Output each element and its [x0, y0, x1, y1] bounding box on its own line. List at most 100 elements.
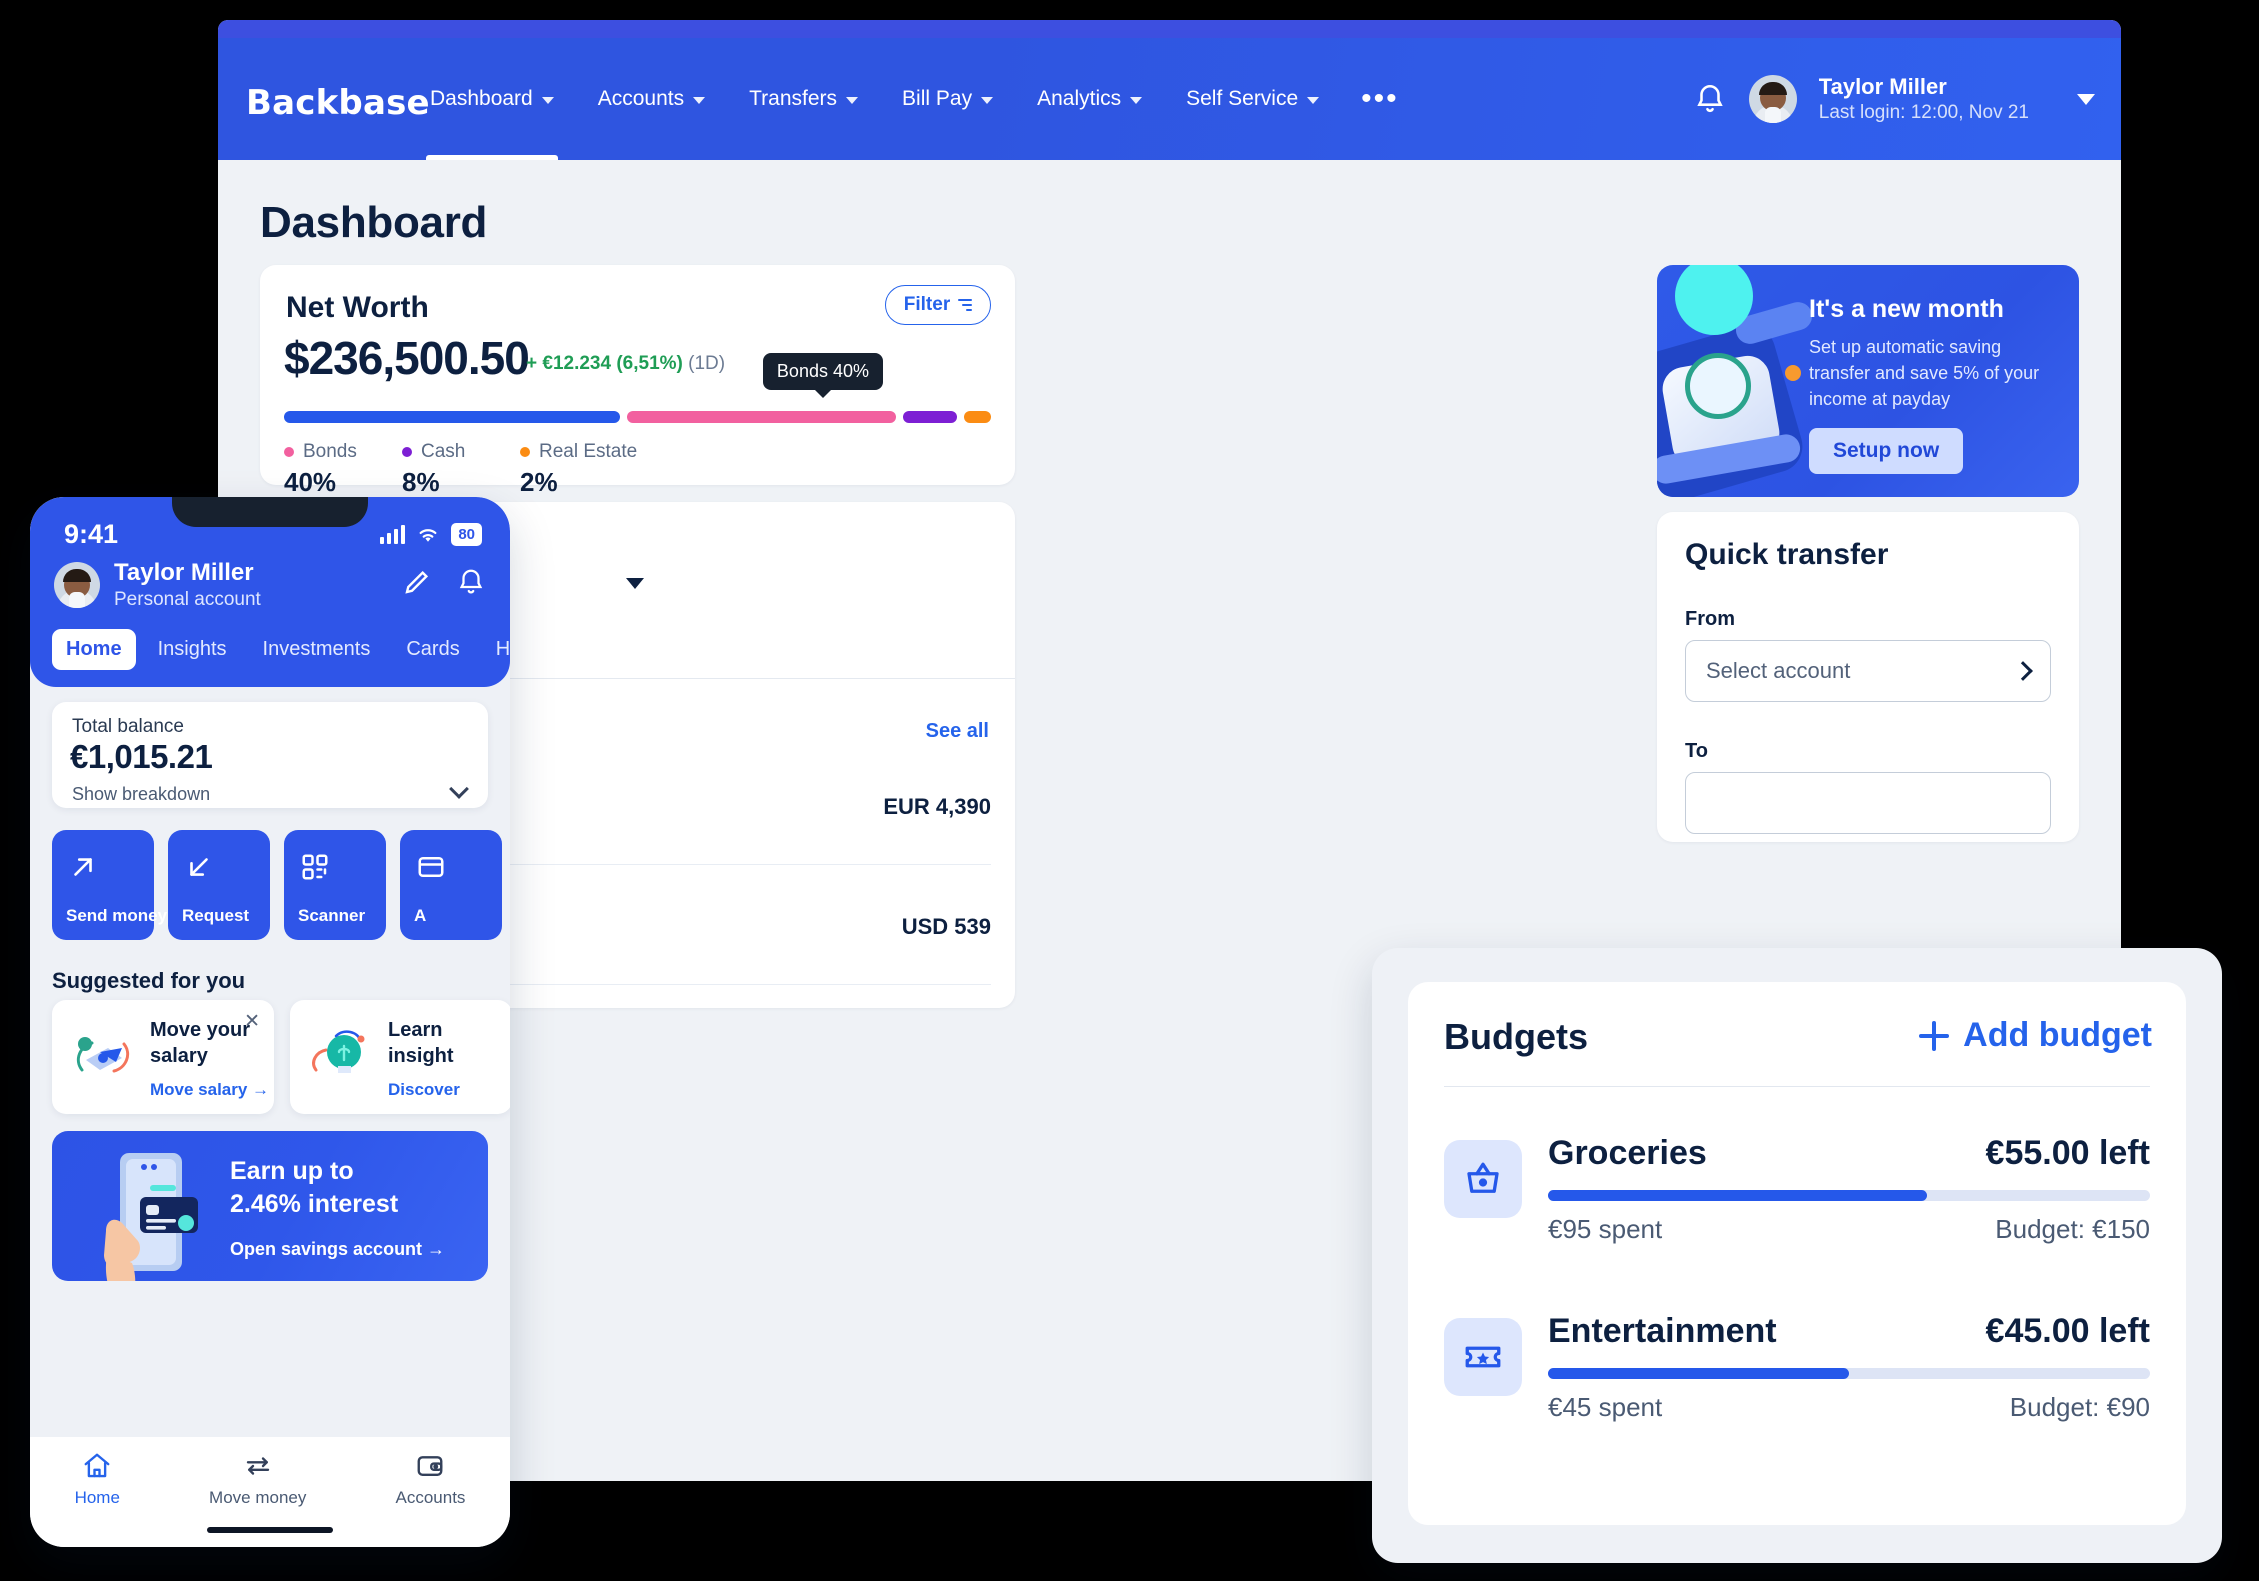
allocation-segment-realestate[interactable] [964, 411, 991, 423]
chevron-down-icon [1130, 97, 1143, 104]
budget-progress-track [1548, 1190, 2150, 1201]
budget-name: Entertainment [1548, 1312, 1777, 1350]
from-account-select[interactable]: Select account [1685, 640, 2051, 702]
total-balance-card: Total balance €1,015.21 Show breakdown [52, 702, 488, 808]
legend-dot-bonds [284, 447, 294, 457]
from-account-placeholder: Select account [1706, 658, 1851, 683]
chevron-down-icon [693, 97, 706, 104]
budget-spent: €45 spent [1548, 1392, 1663, 1422]
user-last-login: Last login: 12:00, Nov 21 [1818, 101, 2029, 123]
legend-label: Real Estate [539, 441, 638, 462]
chevron-down-icon [981, 97, 994, 104]
bottom-nav-home[interactable]: Home [75, 1451, 120, 1508]
notification-bell-icon[interactable] [1693, 82, 1727, 116]
chevron-down-icon [541, 97, 554, 104]
request-button[interactable]: Request [168, 830, 270, 940]
cards-button[interactable]: A [400, 830, 502, 940]
tab-cards[interactable]: Cards [392, 629, 473, 670]
tab-home[interactable]: Home [52, 629, 136, 670]
tab-insights[interactable]: Insights [144, 629, 241, 670]
allocation-segment-cash[interactable] [903, 411, 958, 423]
brand-logo[interactable]: Backbase [246, 83, 430, 123]
nav-right-cluster: Taylor Miller Last login: 12:00, Nov 21 [1693, 38, 2095, 160]
filter-button-label: Filter [903, 294, 951, 315]
nav-item-transfers[interactable]: Transfers [727, 38, 880, 160]
to-account-select[interactable] [1685, 772, 2051, 834]
legend-item-bonds: Bonds 40% [284, 441, 402, 498]
allocation-bar[interactable] [284, 411, 991, 423]
see-all-link[interactable]: See all [926, 720, 989, 743]
user-menu-chevron-down-icon[interactable] [2077, 93, 2095, 105]
avatar-shirt [69, 592, 85, 608]
allocation-segment-stocks[interactable] [284, 411, 621, 423]
nav-item-dashboard[interactable]: Dashboard [408, 38, 576, 160]
legend-item-cash: Cash 8% [402, 441, 520, 498]
total-balance-amount: €1,015.21 [70, 738, 213, 775]
budget-progress-track [1548, 1368, 2150, 1379]
phone-header: 9:41 80 Taylor Miller Personal account H… [30, 497, 510, 687]
budget-cap: Budget: €90 [2009, 1392, 2150, 1422]
suggestion-card-move-salary[interactable]: ✕ Move your salary Move salary → [52, 1000, 274, 1114]
accounts-chevron-down-icon[interactable] [626, 578, 644, 589]
legend-value: 8% [402, 467, 440, 497]
budget-left: €45.00 left [1985, 1312, 2150, 1350]
show-breakdown-label[interactable]: Show breakdown [72, 784, 210, 805]
allocation-legend: Bonds 40% Cash 8% Real Estate 2% [284, 441, 638, 498]
mask-plate-bottom-mid [524, 1496, 1424, 1536]
phone-user-block[interactable]: Taylor Miller Personal account [54, 559, 261, 611]
avatar [54, 562, 100, 608]
avatar-shirt [1764, 107, 1781, 123]
phone-bottom-nav: Home Move money Accounts [30, 1437, 510, 1547]
cellular-signal-icon [380, 525, 406, 544]
nav-item-self-service[interactable]: Self Service [1164, 38, 1341, 160]
budget-left: €55.00 left [1985, 1134, 2150, 1172]
allocation-segment-bonds[interactable] [627, 411, 897, 423]
setup-now-button[interactable]: Setup now [1809, 428, 1964, 475]
to-label: To [1685, 740, 1708, 762]
earn-interest-card[interactable]: Earn up to 2.46% interest Open savings a… [52, 1131, 488, 1281]
arrow-down-left-icon [184, 852, 214, 887]
nav-item-label: Transfers [749, 87, 838, 110]
send-money-button[interactable]: Send money [52, 830, 167, 940]
add-budget-button[interactable]: Add budget [1919, 1016, 2152, 1055]
nav-item-bill-pay[interactable]: Bill Pay [880, 38, 1015, 160]
phone-user-account: Personal account [114, 589, 261, 610]
suggestion-link[interactable]: Move salary → [150, 1080, 269, 1100]
legend-label: Bonds [303, 441, 357, 462]
phone-notch [172, 497, 368, 527]
quick-transfer-card: Quick transfer From Select account To [1657, 512, 2079, 842]
suggestion-title: Move your salary [150, 1019, 251, 1067]
tab-investments[interactable]: Investments [249, 629, 385, 670]
avatar[interactable] [1748, 75, 1797, 123]
chart-tooltip: Bonds 40% [762, 353, 883, 390]
avatar-hair [1758, 82, 1787, 95]
phone-status-icons: 80 [380, 523, 482, 546]
total-balance-label: Total balance [72, 716, 184, 737]
filter-icon [958, 299, 973, 311]
promo-shape-dot [1785, 365, 1801, 381]
suggestion-link[interactable]: Discover [388, 1080, 460, 1100]
nav-overflow-icon[interactable]: ••• [1341, 44, 1419, 154]
salary-illustration-icon [70, 1026, 136, 1088]
bottom-nav-move-money[interactable]: Move money [209, 1451, 306, 1508]
nav-item-accounts[interactable]: Accounts [576, 38, 727, 160]
wifi-icon [419, 528, 437, 542]
scanner-button[interactable]: Scanner [284, 830, 386, 940]
user-info[interactable]: Taylor Miller Last login: 12:00, Nov 21 [1819, 73, 2029, 124]
nav-item-analytics[interactable]: Analytics [1015, 38, 1164, 160]
bottom-nav-accounts[interactable]: Accounts [396, 1451, 465, 1508]
battery-icon: 80 [451, 523, 482, 546]
open-savings-link[interactable]: Open savings account → [230, 1239, 445, 1260]
chevron-down-icon[interactable] [449, 779, 469, 799]
chevron-down-icon [846, 97, 859, 104]
from-label: From [1685, 608, 1735, 630]
transfer-icon [246, 1457, 269, 1475]
new-month-promo-card[interactable]: It's a new month Set up automatic saving… [1657, 265, 2079, 497]
tab-help[interactable]: Help [482, 629, 510, 670]
suggested-cards: ✕ Move your salary Move salary → Learn i… [52, 1000, 510, 1114]
home-icon [84, 1453, 110, 1478]
filter-button[interactable]: Filter [885, 285, 991, 325]
plus-icon [1919, 1020, 1950, 1051]
phone-header-actions [402, 567, 486, 597]
suggestion-card-insights[interactable]: Learn insight Discover [290, 1000, 510, 1114]
